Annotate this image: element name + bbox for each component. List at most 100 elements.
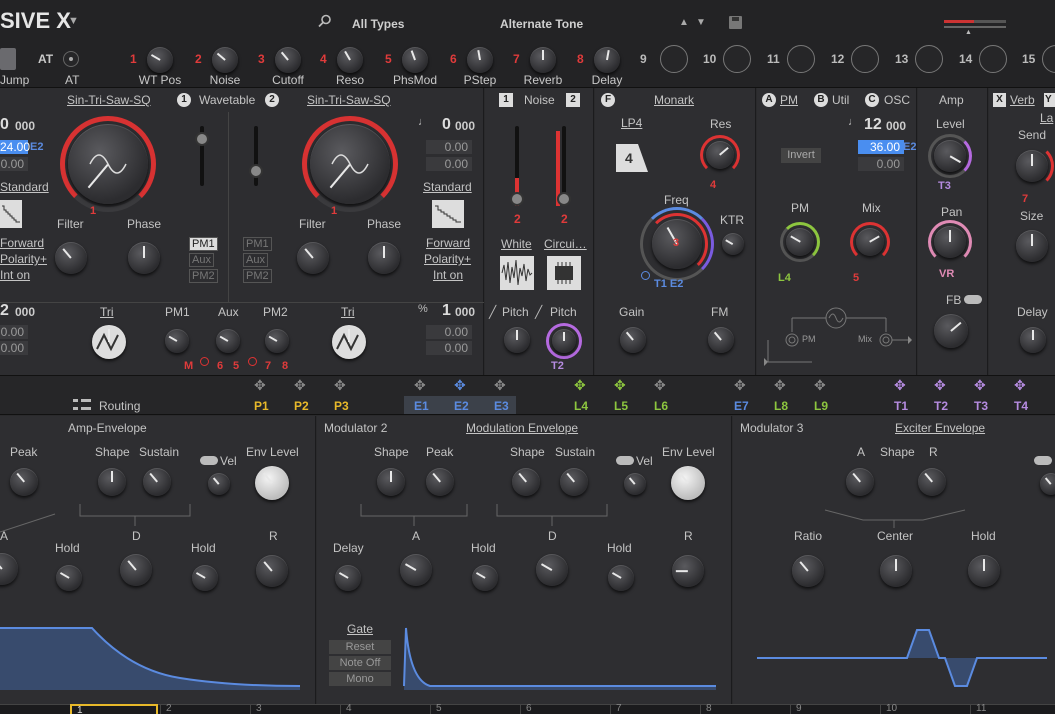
osc2-phase-knob[interactable] bbox=[368, 242, 400, 274]
sub-osc2-coarse-value[interactable]: 1 bbox=[442, 302, 451, 320]
env2-vel-knob[interactable] bbox=[624, 473, 646, 495]
env1-hold2-knob[interactable] bbox=[192, 565, 218, 591]
routing-l4-drag-icon[interactable]: ✥ bbox=[574, 377, 586, 394]
noise1-type-white[interactable]: White bbox=[501, 237, 532, 251]
env2-mono-button[interactable]: Mono bbox=[329, 672, 391, 686]
search-icon[interactable] bbox=[318, 14, 331, 28]
osc1-phase-knob[interactable] bbox=[128, 242, 160, 274]
env3-r-knob[interactable] bbox=[918, 468, 946, 496]
routing-t1-drag-icon[interactable]: ✥ bbox=[894, 377, 906, 394]
app-menu-arrow[interactable]: ▼ bbox=[68, 15, 79, 27]
osc2-aux-button[interactable]: Aux bbox=[243, 253, 268, 267]
env3-vel-knob[interactable] bbox=[1040, 473, 1055, 495]
fx-y-select[interactable]: La bbox=[1040, 111, 1053, 125]
osc2-pitch-box-1[interactable]: 0.00 bbox=[426, 140, 472, 154]
env2-sustain-knob[interactable] bbox=[560, 468, 588, 496]
env3-hold-knob[interactable] bbox=[968, 555, 1000, 587]
browser-category[interactable]: All Types bbox=[352, 17, 404, 31]
preset-name[interactable]: Alternate Tone bbox=[500, 17, 583, 31]
amp-level-knob[interactable] bbox=[934, 140, 966, 172]
pm-invert-button[interactable]: Invert bbox=[781, 148, 821, 163]
filter-fm-knob[interactable] bbox=[708, 327, 734, 353]
preset-prev-icon[interactable]: ▲ bbox=[679, 17, 689, 28]
macro-3-knob[interactable] bbox=[275, 47, 301, 73]
routing-source-p2[interactable]: P2 bbox=[294, 399, 309, 413]
osc1-pitch-selected[interactable]: 24.00 bbox=[0, 140, 30, 154]
routing-e7-drag-icon[interactable]: ✥ bbox=[734, 377, 746, 394]
env2-hold1-knob[interactable] bbox=[472, 565, 498, 591]
macro-5-knob[interactable] bbox=[402, 47, 428, 73]
filter-gain-knob[interactable] bbox=[620, 327, 646, 353]
filter-badge[interactable]: F bbox=[601, 93, 615, 107]
save-icon[interactable] bbox=[729, 16, 742, 29]
routing-source-t4[interactable]: T4 bbox=[1014, 399, 1028, 413]
bottom-tab-1[interactable]: 1 bbox=[70, 704, 158, 714]
routing-p3-drag-icon[interactable]: ✥ bbox=[334, 377, 346, 394]
env3-vel-toggle[interactable] bbox=[1034, 456, 1052, 465]
osc1-aux-button[interactable]: Aux bbox=[189, 253, 214, 267]
fx-x-verb-select[interactable]: Verb bbox=[1010, 93, 1035, 107]
env2-hold2-knob[interactable] bbox=[608, 565, 634, 591]
pm-pitch-box[interactable]: 0.00 bbox=[858, 157, 904, 171]
fx-delay-knob[interactable] bbox=[1020, 327, 1046, 353]
filter-mode-icon[interactable]: 4 bbox=[616, 138, 648, 172]
routing-source-p3[interactable]: P3 bbox=[334, 399, 349, 413]
pm-amount-knob[interactable] bbox=[786, 228, 814, 256]
wavetable-badge-2[interactable]: 2 bbox=[265, 93, 279, 107]
bottom-tab-11[interactable]: 11 bbox=[970, 704, 1055, 714]
mod-badge-b[interactable]: B bbox=[814, 93, 828, 107]
noise2-pitch-knob[interactable] bbox=[552, 329, 576, 353]
osc1-pm1-button[interactable]: PM1 bbox=[189, 237, 218, 251]
sub-osc1-coarse-value[interactable]: 2 bbox=[0, 302, 9, 320]
env1-vel-knob[interactable] bbox=[208, 473, 230, 495]
sub-osc1-box-2[interactable]: 0.00 bbox=[0, 341, 28, 355]
bottom-tab-8[interactable]: 8 bbox=[700, 704, 788, 714]
filter-res-knob[interactable] bbox=[706, 141, 734, 169]
bottom-tab-9[interactable]: 9 bbox=[790, 704, 878, 714]
macro-9-empty-slot[interactable] bbox=[660, 45, 688, 73]
mod-tab-osc[interactable]: OSC bbox=[884, 93, 910, 107]
noise2-type-circuit[interactable]: Circui… bbox=[544, 237, 587, 251]
noise-badge-1[interactable]: 1 bbox=[499, 93, 513, 107]
env2-r-knob[interactable] bbox=[672, 555, 704, 587]
routing-l6-drag-icon[interactable]: ✥ bbox=[654, 377, 666, 394]
amp-fb-toggle[interactable] bbox=[964, 295, 982, 304]
routing-source-p1[interactable]: P1 bbox=[254, 399, 269, 413]
macro-7-knob[interactable] bbox=[530, 47, 556, 73]
sub-osc-pm2-knob[interactable] bbox=[265, 329, 289, 353]
noise-badge-2[interactable]: 2 bbox=[566, 93, 580, 107]
routing-source-l4[interactable]: L4 bbox=[574, 399, 588, 413]
bottom-tab-5[interactable]: 5 bbox=[430, 704, 518, 714]
osc2-pm2-button[interactable]: PM2 bbox=[243, 269, 272, 283]
macro-4-knob[interactable] bbox=[337, 47, 363, 73]
osc1-pitch-box[interactable]: 0.00 bbox=[0, 157, 28, 171]
env1-sustain-knob[interactable] bbox=[143, 468, 171, 496]
sub-osc1-wave-knob[interactable] bbox=[92, 325, 126, 359]
mod-tab-util[interactable]: Util bbox=[832, 93, 849, 107]
sub-osc1-fine-value[interactable]: 000 bbox=[15, 305, 35, 319]
env2-envlevel-knob[interactable] bbox=[671, 466, 705, 500]
bottom-tab-2[interactable]: 2 bbox=[160, 704, 248, 714]
env1-vel-toggle[interactable] bbox=[200, 456, 218, 465]
osc2-wave-select[interactable]: Sin-Tri-Saw-SQ bbox=[307, 93, 391, 107]
env1-r-knob[interactable] bbox=[256, 555, 288, 587]
env1-envlevel-knob[interactable] bbox=[255, 466, 289, 500]
routing-t3-drag-icon[interactable]: ✥ bbox=[974, 377, 986, 394]
env2-delay-knob[interactable] bbox=[335, 565, 361, 591]
jump-button[interactable] bbox=[0, 48, 16, 70]
macro-6-knob[interactable] bbox=[467, 47, 493, 73]
routing-source-l5[interactable]: L5 bbox=[614, 399, 628, 413]
env1-peak-knob[interactable] bbox=[10, 468, 38, 496]
mod-badge-c[interactable]: C bbox=[865, 93, 879, 107]
env3-a-knob[interactable] bbox=[846, 468, 874, 496]
osc1-mode-standard[interactable]: Standard bbox=[0, 180, 49, 194]
app-title[interactable]: SIVE X bbox=[0, 8, 71, 34]
env2-shape2-knob[interactable] bbox=[512, 468, 540, 496]
wavetable-badge-1[interactable]: 1 bbox=[177, 93, 191, 107]
osc2-level-slider[interactable] bbox=[249, 126, 263, 186]
routing-source-e1[interactable]: E1 bbox=[414, 399, 429, 413]
routing-t2-drag-icon[interactable]: ✥ bbox=[934, 377, 946, 394]
sub-osc1-wave-select[interactable]: Tri bbox=[100, 305, 114, 319]
routing-source-t2[interactable]: T2 bbox=[934, 399, 948, 413]
macro-1-knob[interactable] bbox=[147, 47, 173, 73]
